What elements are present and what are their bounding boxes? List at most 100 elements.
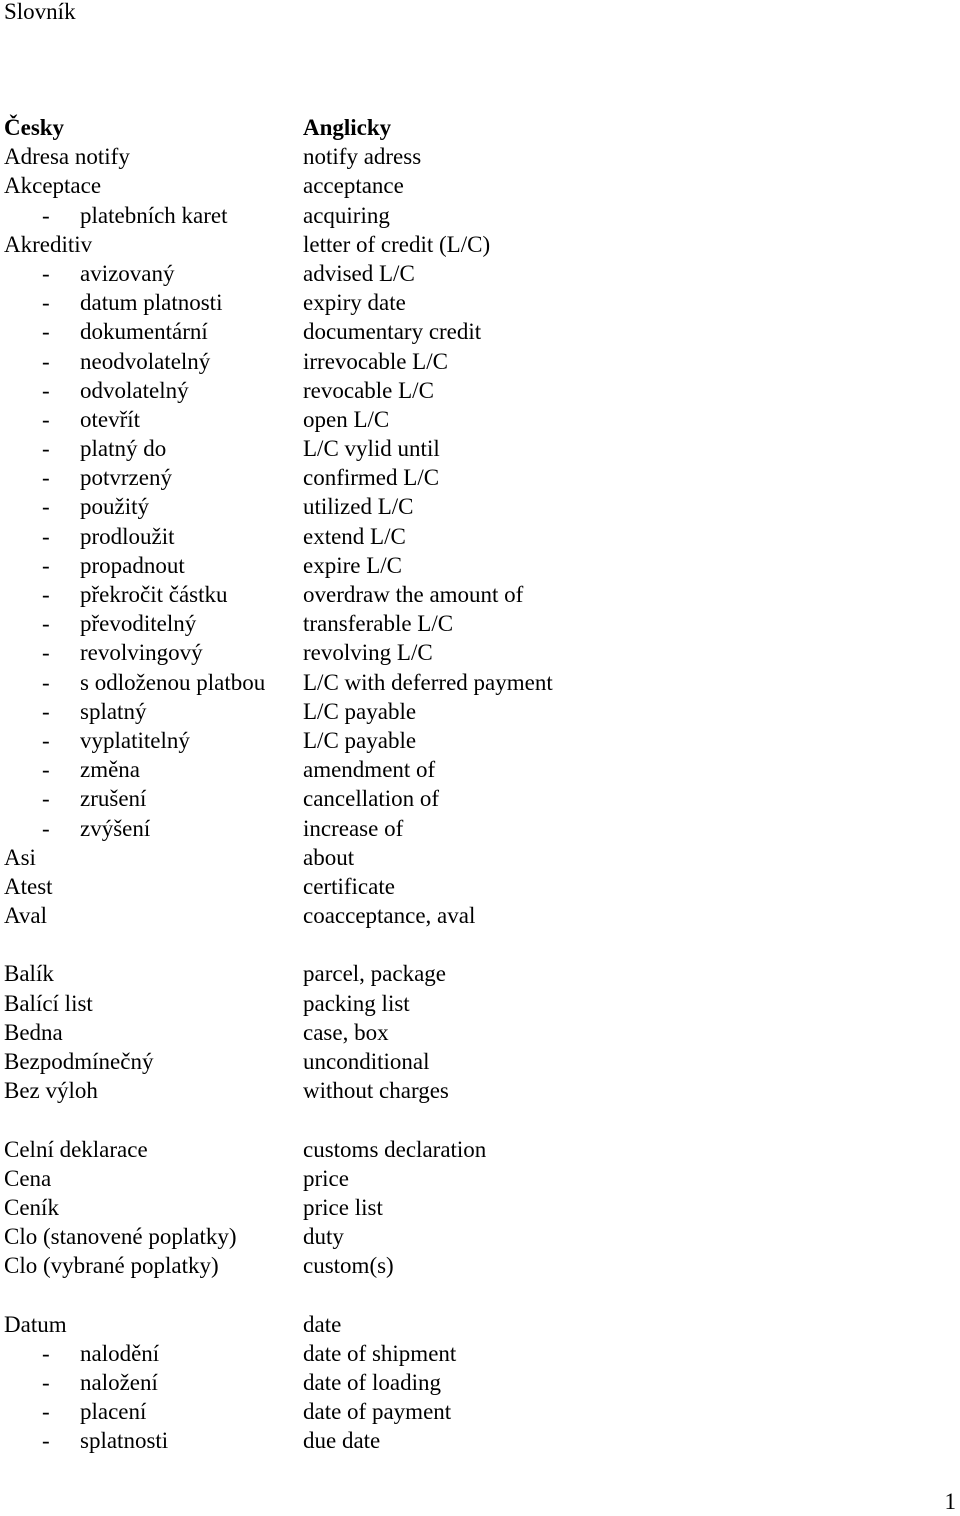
czech-term: neodvolatelný (80, 348, 211, 374)
english-term: utilized L/C (303, 494, 414, 520)
sub-entry-dash: - (42, 727, 50, 753)
czech-term: naložení (80, 1370, 158, 1396)
english-term: date of shipment (303, 1340, 457, 1366)
czech-term: potvrzený (80, 465, 172, 491)
sub-entry-dash: - (42, 669, 50, 695)
czech-term: propadnout (80, 552, 185, 578)
english-term: packing list (303, 990, 410, 1016)
glossary-entry-row: Balící list packing list (0, 989, 960, 1018)
czech-term: překročit částku (80, 582, 228, 607)
czech-term: platný do (80, 436, 167, 462)
glossary-subentry-row: - převoditelný transferable L/C (0, 609, 960, 638)
czech-term: odvolatelný (80, 377, 189, 403)
sub-entry-dash: - (42, 348, 50, 374)
english-term: parcel, package (303, 961, 447, 987)
sub-entry-dash: - (42, 757, 50, 783)
glossary-entry-row: Adresa notify notify adress (0, 142, 960, 171)
english-term: overdraw the amount of (303, 582, 524, 607)
glossary-subentry-row: - neodvolatelný irrevocable L/C (0, 347, 960, 376)
glossary-subentry-row: - potvrzený confirmed L/C (0, 463, 960, 492)
english-term: without charges (303, 1078, 449, 1104)
czech-term: Adresa notify (4, 144, 130, 170)
english-term: certificate (303, 873, 395, 899)
czech-term: Bez výloh (4, 1078, 98, 1104)
glossary-subentry-row: - prodloužit extend L/C (0, 522, 960, 551)
blank-row (0, 930, 960, 959)
czech-term: Datum (4, 1311, 67, 1337)
glossary-subentry-row: - placení date of payment (0, 1397, 960, 1426)
glossary-subentry-row: - s odloženou platbou L/C with deferred pa… (0, 668, 960, 697)
glossary-subentry-row: - avizovaný advised L/C (0, 259, 960, 288)
glossary-subentry-row: - nalodění date of shipment (0, 1339, 960, 1368)
czech-term: Bezpodmínečný (4, 1049, 154, 1074)
sub-entry-dash: - (42, 494, 50, 520)
czech-term: Clo (vybrané poplatky) (4, 1253, 219, 1279)
czech-term: Asi (4, 844, 36, 870)
english-term: revolving L/C (303, 640, 433, 666)
glossary-entry-row: Bezpodmínečný unconditional (0, 1047, 960, 1076)
czech-term: otevřít (80, 406, 141, 432)
english-term: date (303, 1311, 342, 1337)
english-term: custom(s) (303, 1253, 394, 1279)
english-term: expiry date (303, 290, 406, 316)
czech-term: změna (80, 757, 141, 783)
glossary-subentry-row: - splatný L/C payable (0, 697, 960, 726)
czech-term: zvýšení (80, 815, 151, 841)
glossary-subentry-row: - splatnosti due date (0, 1426, 960, 1455)
czech-term: dokumentární (80, 319, 208, 345)
glossary-entry-row: Ceník price list (0, 1193, 960, 1222)
english-term: revocable L/C (303, 377, 434, 403)
english-term: date of loading (303, 1370, 441, 1396)
blank-row (0, 1105, 960, 1134)
czech-term: splatnosti (80, 1428, 169, 1454)
glossary-subentry-row: - změna amendment of (0, 755, 960, 784)
english-term: about (303, 844, 355, 870)
english-term: L/C payable (303, 727, 417, 753)
sub-entry-dash: - (42, 202, 50, 228)
english-term: acceptance (303, 173, 404, 199)
sub-entry-dash: - (42, 582, 50, 607)
glossary-header-row: Česky Anglicky (0, 113, 960, 142)
english-term: increase of (303, 815, 404, 841)
english-term: open L/C (303, 406, 390, 432)
english-term: irrevocable L/C (303, 348, 448, 374)
glossary-subentry-row: - vyplatitelný L/C payable (0, 726, 960, 755)
glossary-subentry-row: - zvýšení increase of (0, 814, 960, 843)
english-term: confirmed L/C (303, 465, 440, 491)
czech-term: placení (80, 1399, 147, 1425)
czech-term: prodloužit (80, 523, 175, 549)
glossary-table: Česky Anglicky Adresa notify notify adres… (0, 113, 960, 1456)
sub-entry-dash: - (42, 698, 50, 724)
sub-entry-dash: - (42, 552, 50, 578)
english-term: expire L/C (303, 552, 402, 578)
sub-entry-dash: - (42, 786, 50, 812)
english-term: documentary credit (303, 319, 482, 345)
english-term: extend L/C (303, 523, 406, 549)
glossary-subentry-row: - datum platnosti expiry date (0, 288, 960, 317)
czech-term: použitý (80, 494, 149, 520)
sub-entry-dash: - (42, 1428, 50, 1454)
english-term: advised L/C (303, 260, 415, 286)
english-term: transferable L/C (303, 611, 454, 637)
sub-entry-dash: - (42, 465, 50, 491)
czech-term: Celní deklarace (4, 1136, 148, 1162)
czech-term: Aval (4, 903, 48, 929)
glossary-entry-row: Atest certificate (0, 872, 960, 901)
document-title: Slovník (4, 0, 76, 24)
czech-term: Balík (4, 961, 54, 987)
czech-term: nalodění (80, 1340, 160, 1366)
glossary-entry-row: Datum date (0, 1310, 960, 1339)
english-term: L/C with deferred payment (303, 669, 553, 695)
english-term: case, box (303, 1019, 389, 1045)
czech-term: platebních karet (80, 202, 228, 228)
czech-term: Akceptace (4, 173, 102, 199)
glossary-subentry-row: - překročit částku overdraw the amount of (0, 580, 960, 609)
glossary-entry-row: Asi about (0, 843, 960, 872)
czech-term: Cena (4, 1165, 52, 1191)
czech-term: Balící list (4, 990, 93, 1016)
english-term: price list (303, 1194, 383, 1220)
english-term: cancellation of (303, 786, 440, 812)
glossary-entry-row: Aval coacceptance, aval (0, 901, 960, 930)
english-term: L/C vylid until (303, 436, 440, 462)
sub-entry-dash: - (42, 1399, 50, 1425)
